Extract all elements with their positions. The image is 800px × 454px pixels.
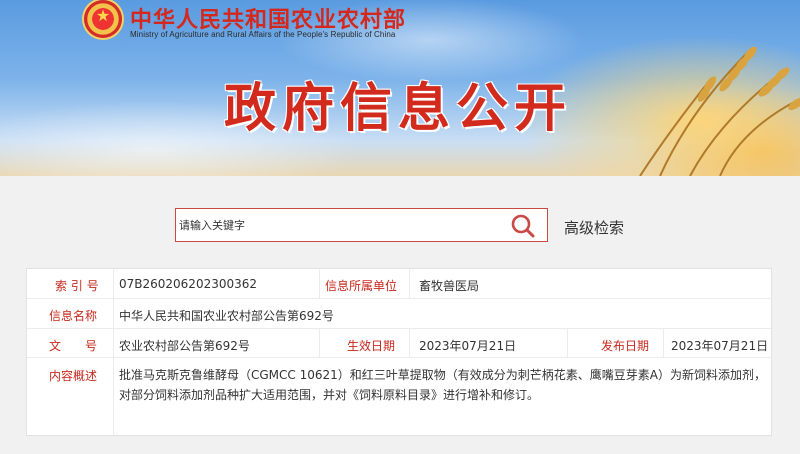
title-value: 中华人民共和国农业农村部公告第692号 — [119, 309, 334, 323]
search-input[interactable] — [179, 209, 499, 241]
publish-date-label: 发布日期 — [601, 339, 650, 353]
index-label: 索 引 号 — [55, 279, 99, 293]
table-row: 内容概述 批准马克斯克鲁维酵母（CGMCC 10621）和红三叶草提取物（有效成… — [27, 357, 771, 435]
page-title: 政府信息公开 — [224, 78, 573, 139]
table-row: 文 号 农业农村部公告第692号 生效日期 2023年07月21日 发布日期 2… — [27, 328, 771, 358]
search-box — [175, 208, 548, 242]
divider — [319, 328, 320, 357]
summary-value: 批准马克斯克鲁维酵母（CGMCC 10621）和红三叶草提取物（有效成分为刺芒柄… — [119, 368, 766, 402]
header-banner: 中华人民共和国农业农村部 Ministry of Agriculture and… — [0, 0, 800, 176]
doc-no-value: 农业农村部公告第692号 — [119, 339, 250, 353]
divider — [409, 269, 410, 298]
info-table: 索 引 号 07B260206202300362 信息所属单位 畜牧兽医局 信息… — [26, 268, 772, 436]
effective-date-label: 生效日期 — [347, 339, 396, 353]
ministry-name-en: Ministry of Agriculture and Rural Affair… — [130, 30, 396, 39]
divider — [113, 328, 114, 357]
divider — [113, 298, 114, 328]
table-row: 信息名称 中华人民共和国农业农村部公告第692号 — [27, 298, 771, 329]
divider — [113, 269, 114, 298]
table-row: 索 引 号 07B260206202300362 信息所属单位 畜牧兽医局 — [27, 269, 771, 299]
index-value: 07B260206202300362 — [119, 277, 258, 291]
effective-date-value: 2023年07月21日 — [419, 339, 517, 353]
summary-label: 内容概述 — [49, 369, 98, 383]
doc-no-label: 文 号 — [49, 339, 98, 353]
divider — [663, 328, 664, 357]
national-emblem-icon — [84, 0, 122, 38]
search-button[interactable] — [505, 211, 541, 239]
divider — [319, 269, 320, 298]
divider — [113, 357, 114, 435]
divider — [409, 328, 410, 357]
title-label: 信息名称 — [49, 309, 98, 323]
search-icon — [511, 214, 535, 238]
publisher-label: 信息所属单位 — [325, 279, 398, 293]
publisher-value: 畜牧兽医局 — [419, 279, 480, 293]
advanced-search-link[interactable]: 高级检索 — [564, 217, 624, 238]
publish-date-value: 2023年07月21日 — [671, 339, 769, 353]
divider — [567, 328, 568, 357]
wheat-decoration-icon — [639, 46, 800, 176]
